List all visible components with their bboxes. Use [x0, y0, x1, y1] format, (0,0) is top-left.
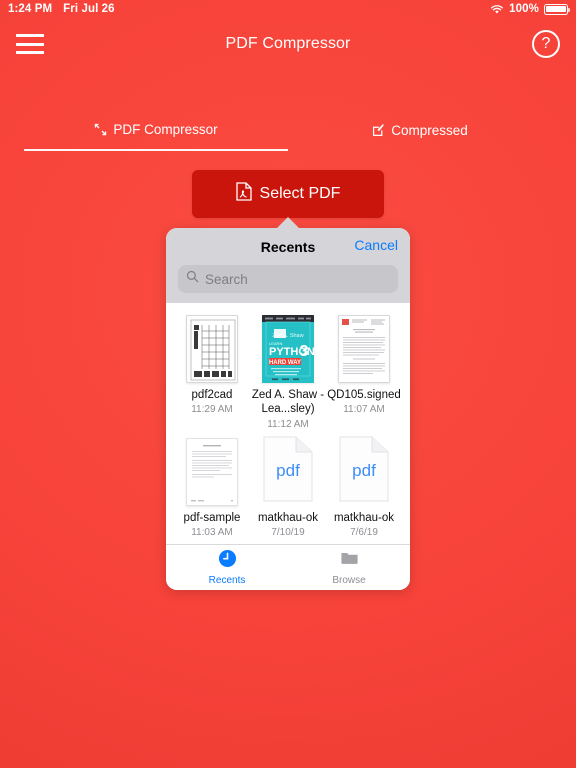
generic-pdf-icon: pdf — [339, 436, 389, 507]
help-label: ? — [541, 35, 551, 52]
book-cover-thumbnail: Zed A. Shaw LEARN PYTHON 3 HARD WAY — [262, 315, 314, 383]
file-name: QD105.signed — [327, 389, 401, 401]
picker-tab-bar: Recents Browse — [166, 544, 410, 590]
file-date: 7/10/19 — [271, 527, 305, 539]
picker-tab-browse[interactable]: Browse — [288, 545, 410, 590]
text-document-thumbnail — [186, 437, 238, 506]
status-bar-time: 1:24 PM — [8, 3, 53, 15]
svg-text:3: 3 — [300, 343, 309, 360]
compress-arrows-icon — [94, 123, 107, 136]
search-input[interactable]: Search — [178, 265, 398, 293]
popover-header: Recents Cancel Search — [166, 228, 410, 303]
file-list: pdf2cad 11:29 AM Zed A. Shaw LEARN PYTHO… — [166, 303, 410, 544]
file-thumbnail — [186, 315, 238, 383]
tab-label: Compressed — [391, 123, 468, 138]
navigation-bar: PDF Compressor ? — [0, 18, 576, 70]
svg-text:HARD WAY: HARD WAY — [269, 360, 301, 366]
tab-pdf-compressor[interactable]: PDF Compressor — [24, 122, 288, 151]
tab-bar: PDF Compressor Compressed — [24, 122, 552, 151]
file-item[interactable]: pdf2cad 11:29 AM — [174, 315, 250, 430]
clock-icon — [218, 549, 237, 573]
file-item[interactable]: QD105.signed 11:07 AM — [326, 315, 402, 430]
file-date: 11:03 AM — [191, 527, 233, 539]
file-item[interactable]: pdf-sample 11:03 AM — [174, 437, 250, 539]
file-item[interactable]: pdf matkhau-ok 7/6/19 — [326, 436, 402, 539]
tab-label: PDF Compressor — [113, 122, 218, 137]
file-name: pdf2cad — [191, 389, 233, 401]
file-date: 11:12 AM — [267, 418, 309, 430]
question-mark-circle-icon[interactable]: ? — [532, 30, 560, 58]
file-grid: pdf2cad 11:29 AM Zed A. Shaw LEARN PYTHO… — [174, 315, 402, 538]
popover-arrow — [276, 217, 300, 229]
cancel-button[interactable]: Cancel — [354, 237, 398, 253]
wifi-icon — [490, 4, 504, 15]
svg-text:pdf: pdf — [352, 461, 376, 480]
picker-tab-label: Recents — [208, 575, 246, 586]
svg-text:pdf: pdf — [276, 461, 300, 480]
file-date: 11:29 AM — [191, 404, 233, 416]
popover-title: Recents — [260, 239, 316, 255]
file-date: 11:07 AM — [343, 404, 385, 416]
file-item[interactable]: Zed A. Shaw LEARN PYTHON 3 HARD WAY Zed … — [250, 315, 326, 430]
page-title: PDF Compressor — [225, 35, 351, 52]
status-bar-date: Fri Jul 26 — [63, 3, 115, 15]
tab-compressed[interactable]: Compressed — [288, 122, 552, 151]
file-name: matkhau-ok — [257, 511, 319, 524]
picker-tab-label: Browse — [332, 575, 366, 586]
file-name: matkhau-ok — [333, 511, 395, 524]
select-pdf-label: Select PDF — [259, 185, 341, 202]
search-placeholder: Search — [205, 271, 248, 287]
file-thumbnail — [338, 315, 390, 383]
text-document-thumbnail — [338, 315, 390, 383]
folder-icon — [340, 549, 359, 573]
battery-percent-label: 100% — [509, 3, 539, 15]
battery-icon — [544, 3, 571, 15]
file-thumbnail: Zed A. Shaw LEARN PYTHON 3 HARD WAY — [262, 315, 314, 383]
file-name: Zed A. Shaw - Lea...sley) — [251, 389, 325, 416]
file-thumbnail: pdf — [262, 436, 314, 507]
generic-pdf-icon: pdf — [263, 436, 313, 507]
pdf-file-icon — [235, 182, 252, 206]
search-icon — [186, 270, 199, 288]
svg-text:Zed A. Shaw: Zed A. Shaw — [272, 333, 303, 339]
select-pdf-button[interactable]: Select PDF — [192, 170, 384, 218]
file-name: pdf-sample — [183, 511, 241, 524]
file-date: 7/6/19 — [350, 527, 378, 539]
pencil-square-icon — [372, 124, 385, 137]
file-thumbnail: pdf — [338, 436, 390, 507]
status-bar: 1:24 PM Fri Jul 26 100% — [0, 0, 576, 18]
document-picker-popover: Recents Cancel Search pdf2cad 11:29 AM Z… — [166, 228, 410, 590]
hamburger-menu-icon[interactable] — [16, 34, 44, 54]
file-item[interactable]: pdf matkhau-ok 7/10/19 — [250, 436, 326, 539]
file-thumbnail — [186, 437, 238, 506]
picker-tab-recents[interactable]: Recents — [166, 545, 288, 590]
cad-drawing-thumbnail — [186, 315, 238, 383]
